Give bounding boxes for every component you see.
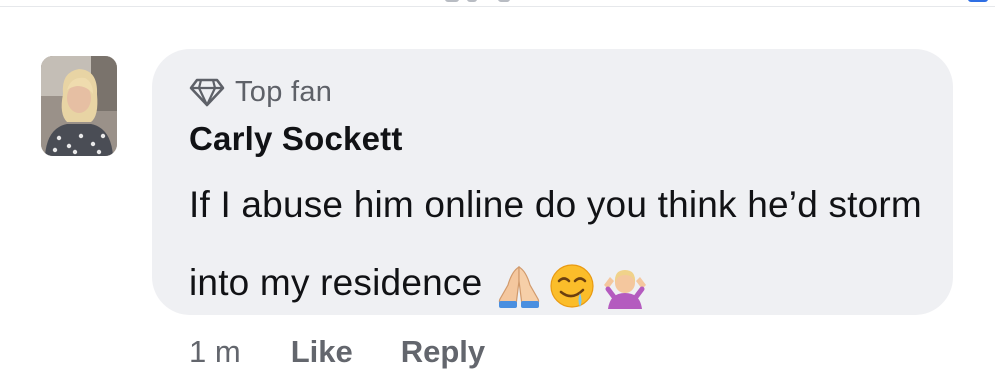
cut-off-accent-fragment (968, 0, 988, 2)
comment-author[interactable]: Carly Sockett (189, 120, 403, 158)
drooling-face-emoji (550, 264, 594, 308)
like-button[interactable]: Like (291, 334, 353, 370)
diamond-icon (189, 78, 225, 107)
cut-off-fragment (445, 0, 459, 2)
folded-hands-emoji (499, 265, 540, 308)
person-shrugging-emoji (604, 270, 647, 309)
comment-screen: Top fan Carly Sockett If I abuse him onl… (0, 0, 995, 381)
cut-off-fragment (498, 0, 510, 2)
comment-body: If I abuse him online do you think he’d … (189, 166, 929, 322)
top-fan-badge: Top fan (189, 74, 332, 110)
comment-timestamp[interactable]: 1 m (189, 334, 241, 370)
comment-actions: 1 m Like Reply (189, 331, 533, 373)
avatar-photo (41, 56, 117, 156)
previous-comment-edge (0, 0, 995, 7)
badge-label: Top fan (235, 75, 333, 108)
cut-off-fragment (467, 0, 477, 2)
comment-emojis (494, 263, 653, 309)
avatar[interactable] (41, 56, 117, 156)
reply-button[interactable]: Reply (401, 334, 485, 370)
